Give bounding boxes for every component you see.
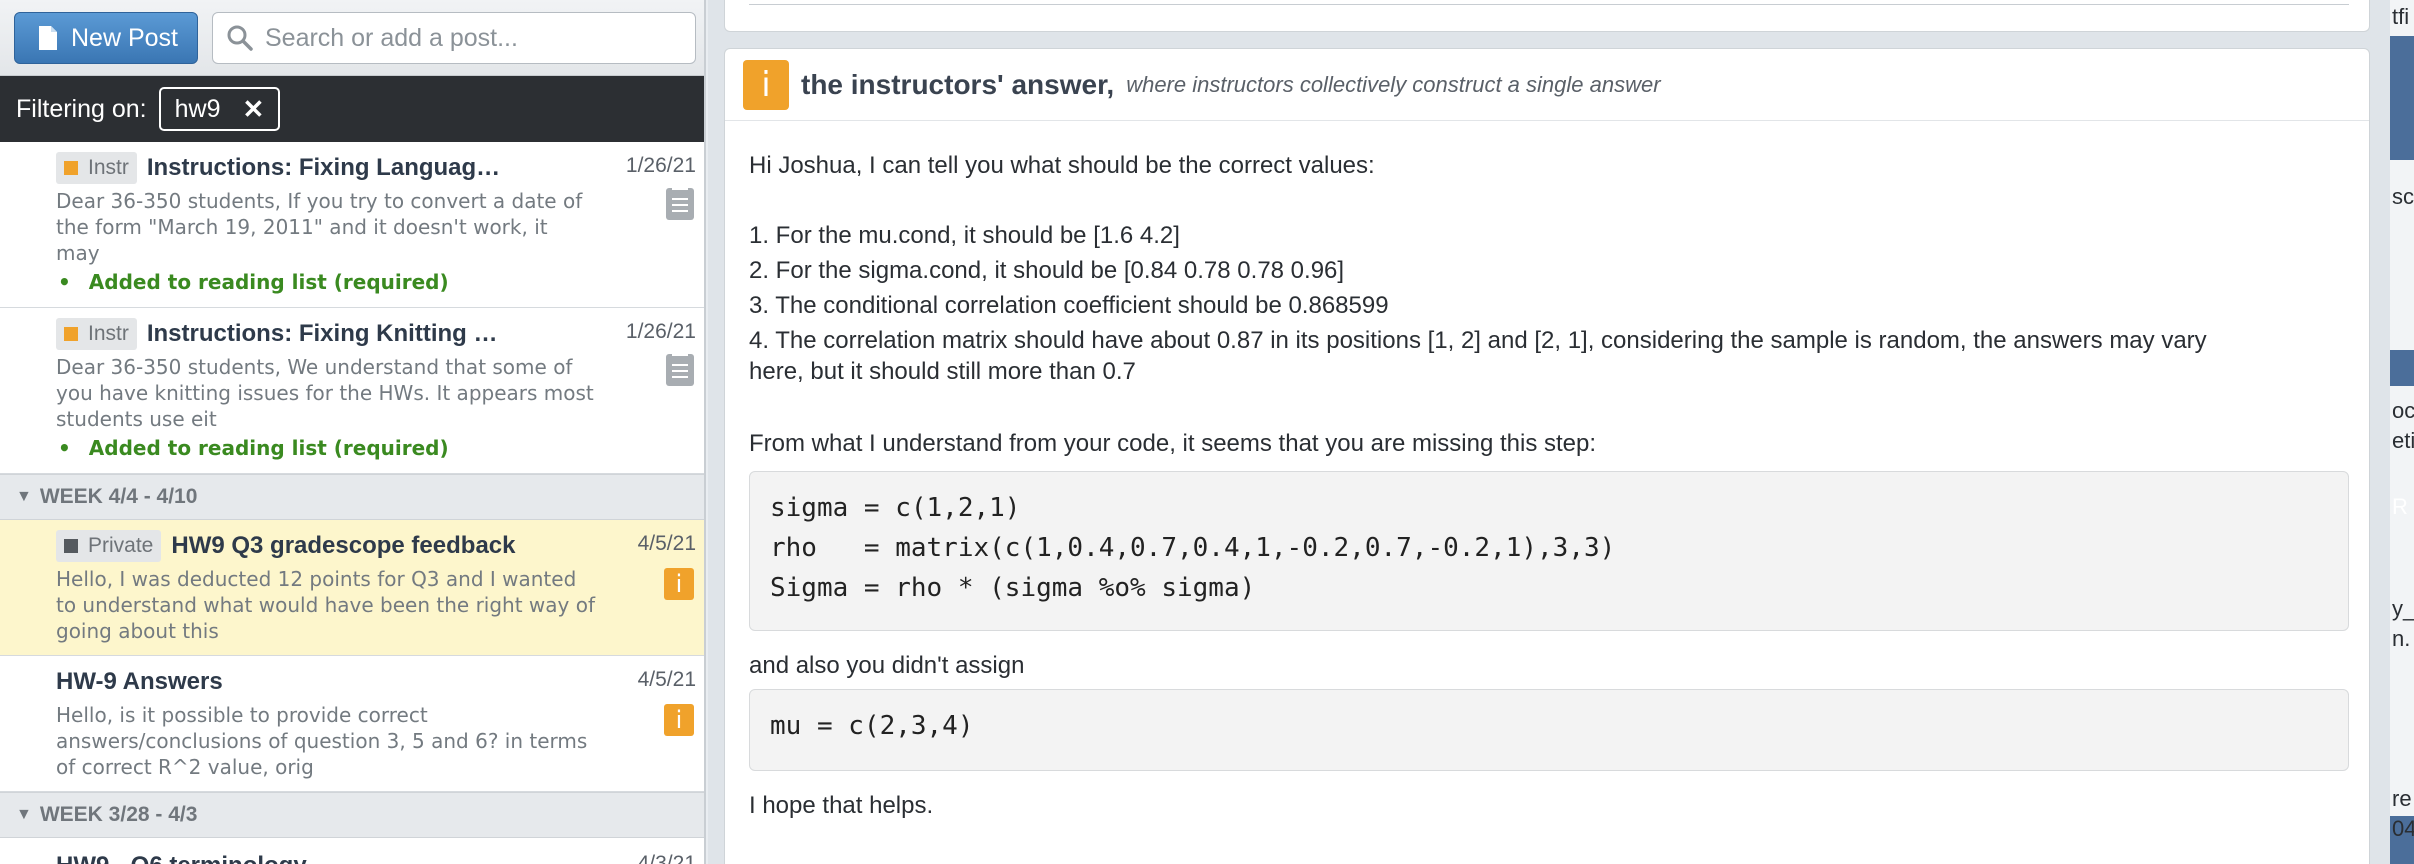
note-icon [666, 188, 694, 220]
answer-greeting: Hi Joshua, I can tell you what should be… [749, 152, 1375, 179]
filter-chip-text: hw9 [174, 94, 221, 123]
answer-item: 4. The correlation matrix should have ab… [749, 327, 2207, 354]
post-item[interactable]: Instr Instructions: Fixing Languag… 1/26… [0, 142, 704, 308]
answer-item: 3. The conditional correlation coefficie… [749, 292, 1389, 319]
answer-item: here, but it should still more than 0.7 [749, 358, 1136, 385]
tag-label: Private [88, 534, 154, 557]
post-item[interactable]: HW9 - Q6 terminology 4/3/21 [0, 838, 704, 864]
close-icon[interactable]: ✕ [243, 94, 265, 125]
background-window-edge: tfi sc oc eti R y_ n. re 04 [2390, 0, 2414, 864]
divider [749, 4, 2349, 5]
instr-square-icon [64, 327, 78, 341]
post-date: 4/5/21 [637, 532, 696, 555]
week-header[interactable]: ▼ WEEK 3/28 - 4/3 [0, 792, 704, 838]
answer-text: From what I understand from your code, i… [749, 430, 1597, 457]
post-date: 4/3/21 [637, 852, 696, 864]
post-head: HW9 - Q6 terminology [56, 852, 307, 864]
post-snippet: Hello, is it possible to provide correct… [56, 703, 588, 779]
edge-text: eti [2392, 428, 2414, 453]
answer-header: i the instructors' answer, where instruc… [725, 49, 2369, 121]
edge-text: re [2392, 786, 2412, 811]
tag-label: Instr [88, 156, 129, 179]
post-head: HW-9 Answers [56, 668, 223, 696]
instructor-answer-icon: i [664, 568, 694, 600]
week-header[interactable]: ▼ WEEK 4/4 - 4/10 [0, 474, 704, 520]
post-date: 4/5/21 [637, 668, 696, 691]
answer-title: the instructors' answer, [801, 68, 1115, 100]
edge-text: sc [2392, 184, 2414, 209]
edge-text: n. [2392, 626, 2411, 651]
caret-down-icon: ▼ [16, 806, 32, 823]
reading-list-note: Added to reading list (required) [58, 270, 449, 294]
search-input[interactable] [265, 23, 685, 53]
edge-text: y_ [2392, 596, 2414, 621]
new-post-button[interactable]: New Post [14, 12, 198, 64]
private-square-icon [64, 539, 78, 553]
code-line: rho = matrix(c(1,0.4,0.7,0.4,1,-0.2,0.7,… [770, 533, 1616, 563]
answer-closing: I hope that helps. [749, 792, 934, 819]
instr-square-icon [64, 161, 78, 175]
instr-tag: Instr [56, 318, 137, 350]
note-icon [666, 354, 694, 386]
code-line: sigma = c(1,2,1) [770, 493, 1021, 523]
edge-text: R [2392, 494, 2408, 519]
app-window: New Post Filtering on: hw9 ✕ Instr [0, 0, 2414, 864]
main-content: i the instructors' answer, where instruc… [708, 0, 2414, 864]
answer-item: 1. For the mu.cond, it should be [1.6 4.… [749, 222, 1180, 249]
info-icon: i [743, 59, 789, 110]
private-tag: Private [56, 530, 162, 562]
post-item[interactable]: Instr Instructions: Fixing Knitting … 1/… [0, 308, 704, 474]
code-line: mu = c(2,3,4) [770, 711, 974, 741]
post-head: Instr Instructions: Fixing Languag… [56, 152, 500, 184]
post-date: 1/26/21 [625, 154, 696, 177]
answer-item: 2. For the sigma.cond, it should be [0.8… [749, 257, 1345, 284]
edge-text: 04 [2392, 816, 2414, 841]
feed-panel: New Post Filtering on: hw9 ✕ Instr [0, 0, 706, 864]
post-feed: Instr Instructions: Fixing Languag… 1/26… [0, 142, 704, 864]
previous-card [724, 0, 2370, 32]
post-head: Private HW9 Q3 gradescope feedback [56, 530, 515, 562]
post-item[interactable]: HW-9 Answers 4/5/21 Hello, is it possibl… [0, 656, 704, 792]
document-icon [39, 26, 57, 50]
instructor-answer-icon: i [664, 704, 694, 736]
search-box[interactable] [212, 12, 696, 64]
post-snippet: Dear 36-350 students, We understand that… [56, 355, 594, 431]
instructors-answer-card: i the instructors' answer, where instruc… [724, 48, 2370, 864]
code-line: Sigma = rho * (sigma %o% sigma) [770, 573, 1256, 603]
filter-label: Filtering on: [16, 94, 147, 123]
instr-tag: Instr [56, 152, 137, 184]
reading-list-note: Added to reading list (required) [58, 436, 449, 460]
week-label: WEEK 3/28 - 4/3 [39, 803, 198, 826]
edge-text: oc [2392, 398, 2414, 423]
post-date: 1/26/21 [625, 320, 696, 343]
post-snippet: Dear 36-350 students, If you try to conv… [56, 189, 583, 265]
code-block: sigma = c(1,2,1) rho = matrix(c(1,0.4,0.… [749, 471, 2349, 631]
filter-bar: Filtering on: hw9 ✕ [0, 76, 704, 142]
caret-down-icon: ▼ [16, 488, 32, 505]
post-title: Instructions: Fixing Knitting … [146, 320, 498, 347]
post-title: HW9 - Q6 terminology [56, 852, 307, 864]
post-title: HW-9 Answers [56, 668, 223, 695]
week-label: WEEK 4/4 - 4/10 [39, 485, 198, 508]
answer-text: and also you didn't assign [749, 652, 1025, 679]
post-snippet: Hello, I was deducted 12 points for Q3 a… [56, 567, 596, 643]
post-title: HW9 Q3 gradescope feedback [171, 532, 516, 559]
code-block: mu = c(2,3,4) [749, 689, 2349, 771]
post-title: Instructions: Fixing Languag… [146, 154, 501, 181]
toolbar: New Post [0, 0, 704, 76]
post-item-selected[interactable]: Private HW9 Q3 gradescope feedback 4/5/2… [0, 520, 704, 656]
post-head: Instr Instructions: Fixing Knitting … [56, 318, 497, 350]
edge-text: tfi [2392, 4, 2410, 29]
new-post-label: New Post [71, 23, 178, 52]
tag-label: Instr [88, 322, 129, 345]
filter-chip[interactable]: hw9 ✕ [158, 87, 281, 131]
search-icon [227, 25, 253, 51]
answer-subtitle: where instructors collectively construct… [1126, 71, 1661, 97]
